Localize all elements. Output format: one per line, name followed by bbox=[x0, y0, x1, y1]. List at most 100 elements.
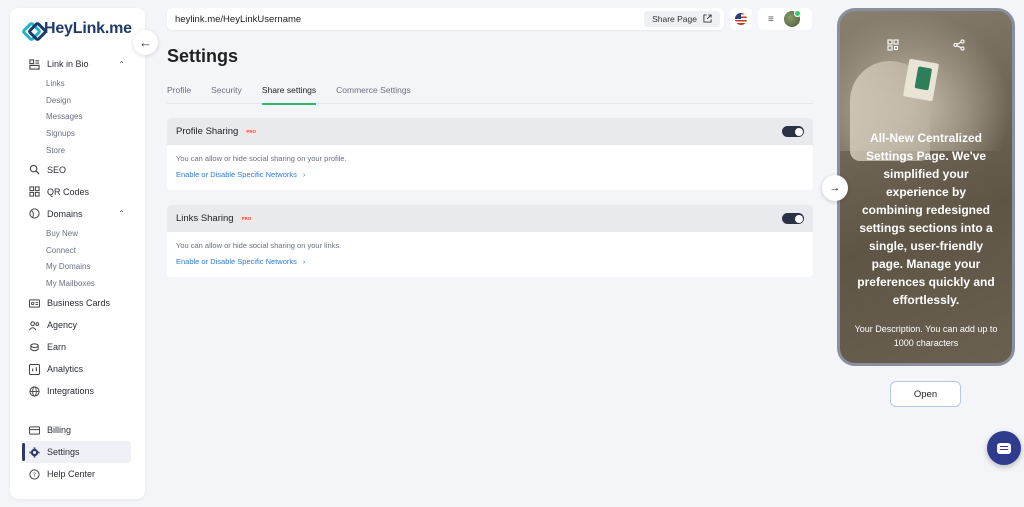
sidebar-item-label: Settings bbox=[47, 447, 80, 458]
chevron-up-icon[interactable]: ⌃ bbox=[118, 60, 125, 69]
pro-badge: PRO bbox=[239, 215, 254, 222]
card-body: You can allow or hide social sharing on … bbox=[167, 232, 813, 277]
sidebar-subitem-buy-new[interactable]: Buy New bbox=[10, 225, 145, 242]
chevron-up-icon[interactable]: ⌃ bbox=[118, 209, 125, 218]
sidebar: HeyLink.me Link in Bio ⌃ Links Design Me… bbox=[10, 8, 145, 499]
share-icon[interactable] bbox=[953, 39, 965, 54]
share-page-label: Share Page bbox=[652, 14, 697, 24]
sidebar-item-label: QR Codes bbox=[47, 186, 90, 197]
sidebar-subitem-my-mailboxes[interactable]: My Mailboxes bbox=[10, 275, 145, 292]
sidebar-subitem-connect[interactable]: Connect bbox=[10, 242, 145, 259]
globe-icon bbox=[28, 208, 40, 220]
sidebar-item-qr-codes[interactable]: QR Codes bbox=[10, 181, 145, 203]
id-card-icon bbox=[28, 297, 40, 309]
sidebar-subitem-messages[interactable]: Messages bbox=[10, 109, 145, 126]
svg-text:?: ? bbox=[32, 470, 35, 478]
chart-icon bbox=[28, 363, 40, 375]
chat-icon bbox=[997, 442, 1011, 454]
credit-card-icon bbox=[28, 424, 40, 436]
sidebar-subitem-my-domains[interactable]: My Domains bbox=[10, 259, 145, 276]
card-description: You can allow or hide social sharing on … bbox=[176, 241, 342, 250]
us-flag-icon bbox=[735, 13, 747, 25]
layout-icon bbox=[28, 58, 40, 70]
sidebar-subitem-store[interactable]: Store bbox=[10, 142, 145, 159]
grid-icon bbox=[28, 186, 40, 198]
help-icon: ? bbox=[28, 468, 40, 480]
sidebar-item-label: Domains bbox=[47, 208, 83, 219]
sidebar-nav: Link in Bio ⌃ Links Design Messages Sign… bbox=[10, 53, 145, 485]
card-description: You can allow or hide social sharing on … bbox=[176, 154, 347, 163]
sidebar-item-label: Business Cards bbox=[47, 298, 111, 309]
profile-url-bar[interactable]: heylink.me/HeyLinkUsername Share Page bbox=[167, 8, 724, 30]
tab-commerce-settings[interactable]: Commerce Settings bbox=[336, 85, 411, 104]
sidebar-item-settings[interactable]: Settings bbox=[22, 441, 131, 464]
pro-badge: PRO bbox=[244, 128, 259, 135]
profile-sharing-card: Profile Sharing PRO You can allow or hid… bbox=[167, 118, 813, 190]
sidebar-subitem-signups[interactable]: Signups bbox=[10, 125, 145, 142]
links-sharing-toggle[interactable] bbox=[782, 213, 804, 224]
sidebar-item-label: Billing bbox=[47, 425, 72, 436]
sidebar-item-link-in-bio[interactable]: Link in Bio ⌃ bbox=[10, 53, 145, 75]
profile-sharing-toggle[interactable] bbox=[782, 126, 804, 137]
preview-actions bbox=[840, 39, 1012, 54]
card-title: Profile Sharing bbox=[176, 126, 239, 137]
menu-icon: ≡ bbox=[768, 13, 774, 25]
account-menu-button[interactable]: ≡ bbox=[758, 8, 812, 30]
brand-logo[interactable]: HeyLink.me bbox=[24, 20, 132, 38]
preview-description: Your Description. You can add up to 1000… bbox=[854, 324, 998, 348]
profile-url: heylink.me/HeyLinkUsername bbox=[175, 13, 302, 25]
avatar bbox=[783, 10, 801, 27]
sidebar-item-label: Analytics bbox=[47, 364, 84, 375]
chevron-right-icon: › bbox=[302, 257, 306, 266]
tab-security[interactable]: Security bbox=[211, 85, 242, 104]
settings-tabs: Profile Security Share settings Commerce… bbox=[167, 85, 813, 105]
sidebar-item-earn[interactable]: Earn bbox=[10, 336, 145, 358]
card-title: Links Sharing bbox=[176, 213, 234, 224]
sidebar-subitem-links[interactable]: Links bbox=[10, 75, 145, 92]
sidebar-subitem-design[interactable]: Design bbox=[10, 92, 145, 109]
link-label: Enable or Disable Specific Networks bbox=[176, 257, 297, 266]
sidebar-item-seo[interactable]: SEO bbox=[10, 159, 145, 181]
sidebar-item-label: SEO bbox=[47, 164, 67, 175]
sidebar-item-domains[interactable]: Domains ⌃ bbox=[10, 203, 145, 225]
search-icon bbox=[28, 164, 40, 176]
sidebar-item-billing[interactable]: Billing bbox=[10, 419, 145, 441]
links-sharing-card: Links Sharing PRO You can allow or hide … bbox=[167, 205, 813, 277]
gear-icon bbox=[28, 446, 40, 458]
sidebar-item-label: Earn bbox=[47, 342, 67, 353]
language-button[interactable] bbox=[730, 8, 752, 30]
users-icon bbox=[28, 319, 40, 331]
collapse-sidebar-button[interactable]: ← bbox=[133, 30, 158, 55]
phone-preview: All-New Centralized Settings Page. We've… bbox=[837, 8, 1015, 366]
link-label: Enable or Disable Specific Networks bbox=[176, 170, 297, 179]
sidebar-item-help-center[interactable]: ? Help Center bbox=[10, 463, 145, 485]
link-logo-icon bbox=[24, 21, 40, 37]
tab-share-settings[interactable]: Share settings bbox=[261, 85, 317, 105]
chevron-right-icon: › bbox=[302, 170, 306, 179]
sidebar-item-label: Integrations bbox=[47, 386, 95, 397]
external-link-icon bbox=[703, 13, 712, 25]
page-title: Settings bbox=[167, 46, 239, 66]
card-header: Profile Sharing PRO bbox=[167, 118, 813, 145]
sidebar-item-integrations[interactable]: Integrations bbox=[10, 380, 145, 402]
arrow-left-icon: ← bbox=[139, 35, 152, 50]
preview-headline: All-New Centralized Settings Page. We've… bbox=[857, 131, 995, 307]
globe-icon bbox=[28, 385, 40, 397]
sidebar-item-agency[interactable]: Agency bbox=[10, 314, 145, 336]
sidebar-item-label: Agency bbox=[47, 320, 78, 331]
enable-disable-networks-link[interactable]: Enable or Disable Specific Networks › bbox=[176, 170, 804, 179]
toggle-preview-button[interactable]: → bbox=[822, 175, 848, 201]
brand-name: HeyLink.me bbox=[44, 20, 132, 37]
tab-profile[interactable]: Profile bbox=[167, 85, 191, 104]
qr-code-icon[interactable] bbox=[887, 39, 899, 54]
card-body: You can allow or hide social sharing on … bbox=[167, 145, 813, 190]
sidebar-item-label: Help Center bbox=[47, 469, 96, 480]
sidebar-item-analytics[interactable]: Analytics bbox=[10, 358, 145, 380]
chat-support-button[interactable] bbox=[987, 431, 1021, 465]
enable-disable-networks-link[interactable]: Enable or Disable Specific Networks › bbox=[176, 257, 804, 266]
open-button[interactable]: Open bbox=[890, 381, 961, 407]
sidebar-item-label: Link in Bio bbox=[47, 59, 89, 69]
sidebar-item-business-cards[interactable]: Business Cards bbox=[10, 292, 145, 314]
coins-icon bbox=[28, 341, 40, 353]
share-page-button[interactable]: Share Page bbox=[644, 11, 720, 27]
